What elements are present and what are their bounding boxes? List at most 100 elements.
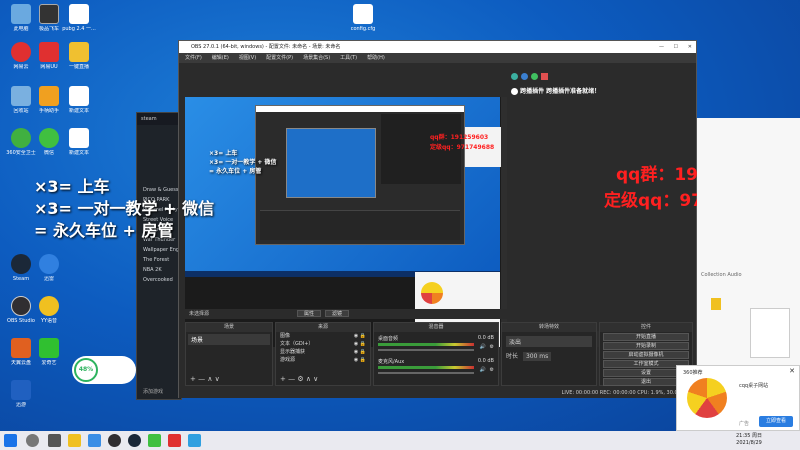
popup-360[interactable]: 360推荐 ✕ cqq桌子网站 广告 立即查看 [676, 365, 800, 431]
menu-help[interactable]: 帮助(H) [367, 53, 385, 63]
mixer-channel-level: 0.0 dB [477, 358, 494, 364]
steam-game-item[interactable]: Wallpaper Engine [143, 245, 179, 255]
visibility-lock-icon[interactable]: ◉ 🔒 [354, 340, 366, 348]
gear-icon[interactable]: ⚙ [490, 344, 494, 350]
source-item[interactable]: 图像 ◉ 🔒 [276, 332, 370, 340]
mixer-header: 混音器 [374, 323, 498, 332]
properties-button[interactable]: 属性 [297, 310, 321, 317]
view-now-button[interactable]: 立即查看 [759, 416, 793, 427]
transition-select[interactable]: 淡出 [506, 336, 592, 347]
browser-icon[interactable] [88, 434, 101, 447]
plugin-icon[interactable] [511, 73, 518, 80]
desktop-icon-text2[interactable]: 新建文本 [62, 128, 96, 156]
maximize-icon[interactable]: ☐ [674, 41, 678, 53]
desktop-icon-yy[interactable]: YY语音 [32, 296, 66, 324]
transition-duration[interactable]: 时长 300 ms [506, 351, 592, 361]
menu-scene-collection[interactable]: 场景集合(S) [303, 53, 330, 63]
file-icon [69, 4, 89, 24]
search-icon[interactable] [26, 434, 39, 447]
nested-desktop-capture: qq群：191259603 定级qq：971749688 ×3= 上车 ×3= 一… [185, 97, 505, 277]
task-view-icon[interactable] [48, 434, 61, 447]
menu-file[interactable]: 文件(F) [185, 53, 202, 63]
obs-window[interactable]: OBS 27.0.1 (64-bit, windows) - 配置文件: 未命名… [178, 40, 697, 398]
plugin-icon-2[interactable] [521, 73, 528, 80]
transitions-header: 转场特效 [502, 323, 596, 332]
menu-tools[interactable]: 工具(T) [340, 53, 357, 63]
start-icon[interactable] [4, 434, 17, 447]
menu-view[interactable]: 视图(V) [239, 53, 256, 63]
overlay-line-2: ×3= 一对一教学 + 微信 [34, 199, 215, 218]
music-icon [11, 42, 31, 62]
speaker-icon[interactable]: 🔊 [480, 367, 486, 373]
desktop-icon-gamepad[interactable]: 手柄助手 [32, 86, 66, 114]
system-clock[interactable]: 21:35 周日 2021/8/29 [736, 433, 762, 447]
close-icon[interactable]: ✕ [688, 41, 692, 53]
control-button[interactable]: 开始直播 [603, 333, 689, 341]
source-item[interactable]: 文本（GDI+） ◉ 🔒 [276, 340, 370, 348]
source-item[interactable]: 游戏源 ◉ 🔒 [276, 356, 370, 364]
app-taskbar-icon[interactable] [168, 434, 181, 447]
desktop-icon-iqiyi[interactable]: 爱奇艺 [32, 338, 66, 366]
plugin-icon-3[interactable] [531, 73, 538, 80]
desktop-icon-wechat[interactable]: 微信 [32, 128, 66, 156]
wechat-taskbar-icon[interactable] [148, 434, 161, 447]
source-item[interactable]: 显示器捕获 ◉ 🔒 [276, 348, 370, 356]
steam-taskbar-icon[interactable] [128, 434, 141, 447]
nested-rank-qq: 定级qq：971749688 [430, 144, 495, 151]
obs-taskbar-icon[interactable] [108, 434, 121, 447]
file-explorer-icon[interactable] [68, 434, 81, 447]
desktop-icon-xunyou[interactable]: 迅游 [4, 380, 38, 408]
popup-360-title: 360推荐 [683, 370, 703, 376]
accelerator-icon [11, 380, 31, 400]
yy-icon [39, 296, 59, 316]
visibility-lock-icon[interactable]: ◉ 🔒 [354, 332, 366, 340]
desktop-icon-config[interactable]: config.cfg [346, 4, 380, 32]
close-icon[interactable]: ✕ [789, 367, 795, 375]
volume-slider[interactable] [378, 349, 474, 351]
taskbar: 21:35 周日 2021/8/29 [0, 431, 800, 450]
control-button[interactable]: 开始录制 [603, 342, 689, 350]
overlay-line-1: ×3= 上车 [34, 177, 110, 196]
gear-icon[interactable]: ⚙ [490, 367, 494, 373]
desktop-icon-file[interactable]: pubg 2.4 一... [62, 4, 96, 32]
menu-profile[interactable]: 配置文件(P) [266, 53, 293, 63]
scene-controls[interactable]: + — ∧ ∨ [190, 375, 220, 383]
battery-widget[interactable]: 48% [72, 356, 136, 384]
file-icon [69, 128, 89, 148]
filters-button[interactable]: 滤镜 [325, 310, 349, 317]
steam-library-window[interactable]: steam Draw & Guess PICO PARK Pummel Party S… [136, 112, 182, 400]
no-source-label: 未选择源 [189, 311, 210, 317]
minimize-icon[interactable]: — [659, 41, 664, 53]
collection-audio-title: Collection Audio [701, 272, 742, 278]
steam-game-item[interactable]: Overcooked [143, 275, 179, 285]
plugin-notice: 跨播插件 跨播插件准备就绪！ [507, 83, 695, 98]
audio-slider[interactable] [750, 308, 790, 358]
steam-game-item[interactable]: The Forest [143, 255, 179, 265]
overlay-line-3: = 永久车位 + 房管 [34, 221, 174, 240]
steam-game-item[interactable]: NBA 2K [143, 265, 179, 275]
visibility-lock-icon[interactable]: ◉ 🔒 [354, 356, 366, 364]
desktop-icon-text[interactable]: 新建文本 [62, 86, 96, 114]
mixer-channel: 桌面音频 0.0 dB 🔊 ⚙ [378, 335, 494, 355]
control-button[interactable]: 启动虚拟摄像机 [603, 351, 689, 359]
thunder-icon [39, 254, 59, 274]
controls-header: 控件 [600, 323, 692, 332]
desktop-icon-live[interactable]: 一键直播 [62, 42, 96, 70]
source-controls[interactable]: + — ⚙ ∧ ∨ [280, 375, 318, 383]
menu-edit[interactable]: 编辑(E) [212, 53, 229, 63]
plugin-icon-4[interactable] [541, 73, 548, 80]
qq-taskbar-icon[interactable] [188, 434, 201, 447]
add-game-link[interactable]: 添加游戏 [143, 388, 163, 395]
desktop-icon-uu[interactable]: 网易UU [32, 42, 66, 70]
desktop-icon-game[interactable]: 极品飞车 [32, 4, 66, 32]
mixer-channel-level: 0.0 dB [477, 335, 494, 341]
visibility-lock-icon[interactable]: ◉ 🔒 [354, 348, 366, 356]
mixer-channel-name: 桌面音频 [378, 336, 399, 342]
speaker-icon[interactable]: 🔊 [480, 344, 486, 350]
mixer-channel-name: 麦克风/Aux [378, 359, 405, 365]
volume-slider[interactable] [378, 372, 474, 374]
desktop-icon-thunder[interactable]: 迅雷 [32, 254, 66, 282]
popup-link[interactable]: cqq桌子网站 [739, 382, 768, 389]
gamepad-icon [39, 86, 59, 106]
scene-item[interactable]: 场景 [188, 334, 270, 345]
